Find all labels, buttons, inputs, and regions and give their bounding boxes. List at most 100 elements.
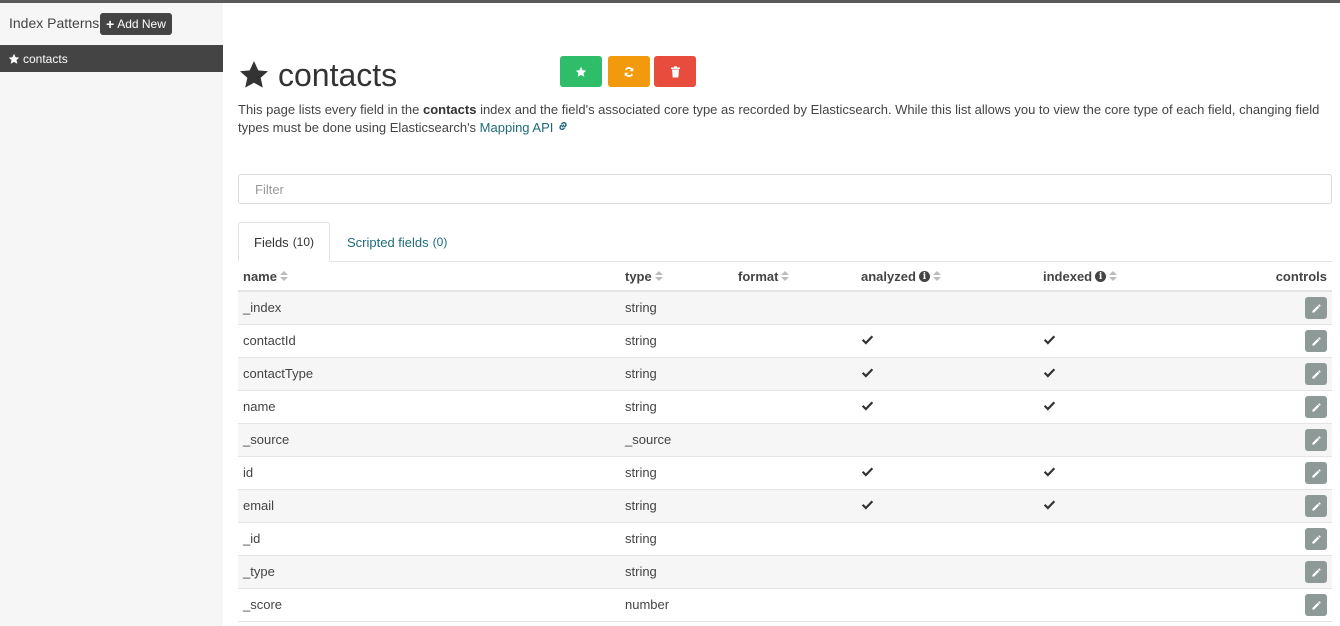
plus-icon: + <box>106 16 115 32</box>
sidebar: Index Patterns + Add New contacts <box>0 3 223 626</box>
add-new-button[interactable]: + Add New <box>100 13 172 35</box>
sidebar-item-contacts[interactable]: contacts <box>0 45 223 72</box>
analyzed-indicator <box>861 465 874 481</box>
table-row: email string <box>238 490 1332 523</box>
tab-fields[interactable]: Fields (10) <box>238 222 331 262</box>
sort-icon <box>654 271 663 282</box>
check-icon <box>1043 368 1056 378</box>
table-body: _index string contactId string contactType st… <box>238 292 1332 622</box>
info-icon[interactable]: i <box>918 271 930 282</box>
edit-field-button[interactable] <box>1305 363 1327 385</box>
field-type: string <box>625 498 657 513</box>
tab-bar: Fields (10) Scripted fields (0) <box>238 222 1332 262</box>
field-name: _id <box>243 531 261 546</box>
check-icon <box>1043 467 1056 477</box>
filter-input[interactable] <box>238 174 1332 204</box>
check-icon <box>861 500 874 510</box>
tab-scripted-count: (0) <box>432 235 448 249</box>
table-row: contactType string <box>238 358 1332 391</box>
sidebar-item-label: contacts <box>23 51 68 66</box>
indexed-indicator <box>1043 399 1056 415</box>
pencil-icon <box>1311 435 1321 445</box>
set-default-button[interactable] <box>560 56 602 87</box>
description-text: This page lists every field in the <box>238 102 423 117</box>
field-name: contactType <box>243 366 314 381</box>
field-type: string <box>625 333 657 348</box>
column-indexed-label: indexed <box>1043 269 1093 284</box>
edit-field-button[interactable] <box>1305 330 1327 352</box>
edit-field-button[interactable] <box>1305 495 1327 517</box>
field-name: email <box>243 498 275 513</box>
page-header: contacts <box>238 55 397 95</box>
mapping-api-link-label: Mapping API <box>479 120 554 135</box>
pencil-icon <box>1311 567 1321 577</box>
default-star-icon <box>240 61 268 88</box>
column-header-type[interactable]: type <box>625 269 663 284</box>
field-name: id <box>243 465 254 480</box>
info-icon[interactable]: i <box>1095 271 1107 282</box>
edit-field-button[interactable] <box>1305 429 1327 451</box>
tab-scripted-label: Scripted fields <box>347 234 429 250</box>
check-icon <box>1043 335 1056 345</box>
check-icon <box>861 368 874 378</box>
table-row: _score number <box>238 589 1332 622</box>
edit-field-button[interactable] <box>1305 396 1327 418</box>
fields-table: name type format analyzed i indexed i cont… <box>238 262 1332 622</box>
pencil-icon <box>1311 534 1321 544</box>
column-header-format[interactable]: format <box>738 269 790 284</box>
column-name-label: name <box>243 269 277 284</box>
column-header-indexed[interactable]: indexed i <box>1043 269 1118 284</box>
sort-icon <box>781 271 790 282</box>
edit-field-button[interactable] <box>1305 561 1327 583</box>
indexed-indicator <box>1043 333 1056 349</box>
edit-field-button[interactable] <box>1305 297 1327 319</box>
page-title: contacts <box>278 57 398 93</box>
column-analyzed-label: analyzed <box>861 269 916 284</box>
field-name: _index <box>243 300 282 315</box>
edit-field-button[interactable] <box>1305 462 1327 484</box>
field-type: string <box>625 300 657 315</box>
analyzed-indicator <box>861 366 874 382</box>
sort-icon <box>1109 271 1118 282</box>
table-header: name type format analyzed i indexed i cont… <box>238 262 1332 292</box>
analyzed-indicator <box>861 399 874 415</box>
check-icon <box>861 401 874 411</box>
field-name: _source <box>243 432 290 447</box>
mapping-api-link[interactable]: Mapping API <box>480 120 569 135</box>
field-type: number <box>625 597 670 612</box>
check-icon <box>1043 401 1056 411</box>
pencil-icon <box>1311 369 1321 379</box>
edit-field-button[interactable] <box>1305 528 1327 550</box>
field-type: string <box>625 399 657 414</box>
tab-scripted-fields[interactable]: Scripted fields (0) <box>332 222 462 262</box>
table-row: name string <box>238 391 1332 424</box>
table-row: id string <box>238 457 1332 490</box>
column-format-label: format <box>738 269 779 284</box>
field-name: _type <box>243 564 275 579</box>
indexed-indicator <box>1043 366 1056 382</box>
refresh-fields-button[interactable] <box>608 56 650 87</box>
check-icon <box>861 467 874 477</box>
sidebar-title: Index Patterns <box>9 15 100 31</box>
pencil-icon <box>1311 600 1321 610</box>
field-type: string <box>625 465 657 480</box>
column-type-label: type <box>625 269 652 284</box>
column-header-name[interactable]: name <box>243 269 288 284</box>
pencil-icon <box>1311 501 1321 511</box>
analyzed-indicator <box>861 333 874 349</box>
page-description: This page lists every field in the conta… <box>238 101 1330 137</box>
sort-icon <box>279 271 288 282</box>
column-header-analyzed[interactable]: analyzed i <box>861 269 941 284</box>
check-icon <box>1043 500 1056 510</box>
field-name: contactId <box>243 333 296 348</box>
delete-index-pattern-button[interactable] <box>654 56 696 87</box>
field-name: name <box>243 399 276 414</box>
table-row: _id string <box>238 523 1332 556</box>
edit-field-button[interactable] <box>1305 594 1327 616</box>
field-type: string <box>625 564 657 579</box>
indexed-indicator <box>1043 465 1056 481</box>
table-row: contactId string <box>238 325 1332 358</box>
pencil-icon <box>1311 468 1321 478</box>
trash-icon <box>670 65 680 77</box>
tab-fields-label: Fields <box>254 234 289 250</box>
